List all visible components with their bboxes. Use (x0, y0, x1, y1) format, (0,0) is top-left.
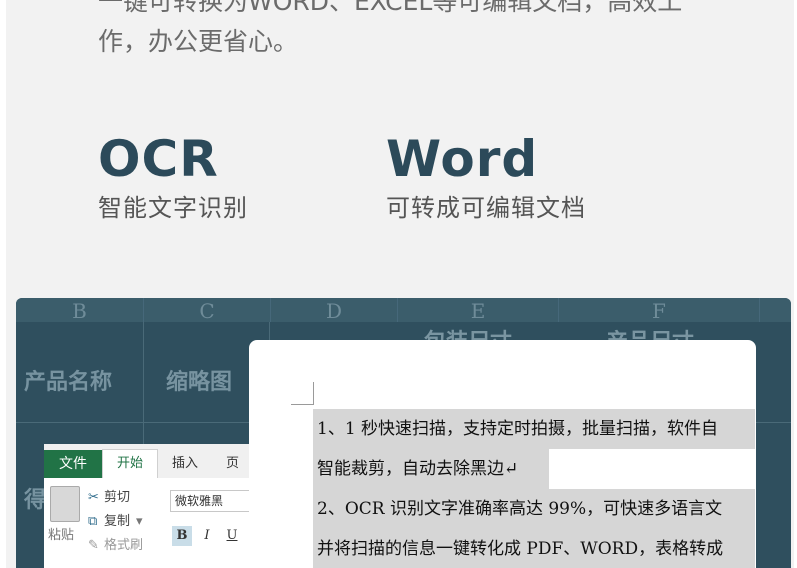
underline-button[interactable]: U (222, 526, 242, 546)
cell-product-name: 产品名称 (24, 370, 113, 395)
cell-fragment: 得 (24, 488, 47, 513)
tab-file[interactable]: 文件 (44, 450, 102, 478)
ribbon-body: 粘贴 ✂ 剪切 ⧉ 复制 ▾ ✎ 格式刷 微软雅黑 B I U (44, 478, 266, 568)
cut-label: 剪切 (104, 490, 131, 505)
intro-line-2: 作，办公更省心。 (98, 27, 299, 56)
feature-word: Word 可转成可编辑文档 (386, 130, 586, 224)
doc-line-3: 2、OCR 识别文字准确率高达 99%，可快速多语言文 (313, 489, 755, 529)
cell-thumbnail: 缩略图 (166, 370, 233, 395)
copy-button[interactable]: ⧉ 复制 ▾ (88, 510, 143, 529)
column-f: F (559, 298, 760, 323)
doc-line-2: 智能裁剪，自动去除黑边↵ (313, 449, 549, 489)
feature-subtitle: 可转成可编辑文档 (386, 194, 586, 222)
column-b: B (16, 298, 144, 323)
feature-title: OCR (98, 130, 219, 188)
copy-icon: ⧉ (88, 514, 98, 529)
tab-home[interactable]: 开始 (102, 449, 159, 478)
cut-button[interactable]: ✂ 剪切 (88, 486, 130, 505)
chevron-down-icon[interactable]: ▾ (136, 514, 143, 529)
bold-button[interactable]: B (172, 526, 192, 546)
feature-title: Word (386, 130, 539, 188)
excel-ribbon: 文件 开始 插入 页 粘贴 ✂ 剪切 ⧉ 复制 ▾ ✎ 格式刷 微软雅黑 B I U (44, 444, 266, 568)
tab-insert[interactable]: 插入 (158, 450, 212, 478)
paste-button[interactable]: 粘贴 (48, 524, 74, 543)
doc-line-4: 并将扫描的信息一键转化成 PDF、WORD，表格转成 (313, 529, 755, 568)
feature-subtitle: 智能文字识别 (98, 194, 248, 222)
brush-icon: ✎ (88, 538, 99, 553)
format-painter-button[interactable]: ✎ 格式刷 (88, 534, 143, 553)
column-d: D (271, 298, 398, 323)
copy-label: 复制 (104, 514, 131, 529)
format-painter-label: 格式刷 (104, 538, 144, 553)
doc-line-1: 1、1 秒快速扫描，支持定时拍摄，批量扫描，软件自 (313, 409, 755, 449)
word-document: 1、1 秒快速扫描，支持定时拍摄，批量扫描，软件自 智能裁剪，自动去除黑边↵ 2… (249, 340, 756, 568)
clipboard-icon[interactable] (50, 486, 80, 522)
product-screenshot: B C D E F 包装尺寸 产品尺寸 产品名称 缩略图 得 文件 开始 插入 … (16, 298, 791, 568)
intro-line-1: 一键可转换为WORD、EXCEL等可编辑文档，高效工 (98, 0, 683, 16)
intro-text: 一键可转换为WORD、EXCEL等可编辑文档，高效工 作，办公更省心。 (98, 0, 738, 62)
spreadsheet-column-header: B C D E F (16, 298, 791, 323)
column-e: E (398, 298, 559, 323)
feature-ocr: OCR 智能文字识别 (98, 130, 248, 224)
column-c: C (144, 298, 271, 323)
margin-corner-marker (291, 382, 314, 405)
ribbon-tabs: 文件 开始 插入 页 (44, 444, 259, 478)
tab-page[interactable]: 页 (212, 450, 253, 478)
italic-button[interactable]: I (197, 526, 217, 546)
scissors-icon: ✂ (88, 490, 99, 505)
